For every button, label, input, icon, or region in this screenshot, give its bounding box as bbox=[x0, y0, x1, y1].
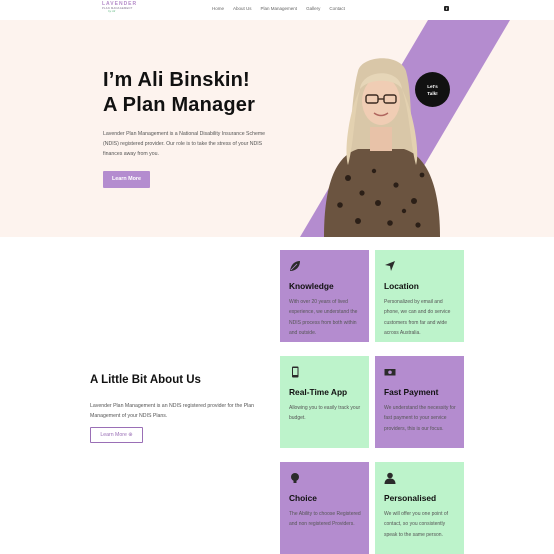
feature-card-knowledge: Knowledge With over 20 years of lived ex… bbox=[280, 250, 369, 342]
card-title: Personalised bbox=[384, 493, 437, 503]
facebook-icon[interactable]: f bbox=[444, 6, 449, 11]
card-description: Personalized by email and phone, we can … bbox=[384, 299, 451, 336]
nav-gallery[interactable]: Gallery bbox=[306, 6, 320, 12]
about-description: Lavender Plan Management is an NDIS regi… bbox=[90, 403, 255, 419]
card-description: We understand the necessity for fast pay… bbox=[384, 405, 456, 432]
card-title: Knowledge bbox=[289, 281, 334, 291]
logo-line-3: by Ali bbox=[108, 9, 116, 13]
hero-description: Lavender Plan Management is a National D… bbox=[103, 131, 266, 157]
card-description: With over 20 years of lived experience, … bbox=[289, 299, 358, 336]
card-title: Real-Time App bbox=[289, 387, 348, 397]
hero-title-line-1: I’m Ali Binskin! bbox=[103, 69, 250, 91]
nav-about-us[interactable]: About Us bbox=[233, 6, 252, 12]
leaf-icon bbox=[290, 261, 300, 271]
feature-card-fast-payment: Fast Payment We understand the necessity… bbox=[375, 356, 464, 448]
card-description: Allowing you to easily track your budget… bbox=[289, 405, 361, 422]
hero-section: I’m Ali Binskin! A Plan Manager Lavender… bbox=[0, 20, 554, 237]
mobile-phone-icon bbox=[292, 366, 299, 378]
nav-plan-management[interactable]: Plan Management bbox=[261, 6, 298, 12]
money-bill-icon bbox=[384, 369, 396, 376]
hero-title-line-2: A Plan Manager bbox=[103, 94, 256, 116]
nav-home[interactable]: Home bbox=[212, 6, 224, 12]
card-description: The Ability to choose Registered and non… bbox=[289, 511, 361, 528]
nav-contact[interactable]: Contact bbox=[329, 6, 345, 12]
lightbulb-icon bbox=[291, 473, 299, 483]
about-learn-more-button[interactable]: Learn More ⊕ bbox=[90, 427, 143, 443]
card-title: Location bbox=[384, 281, 419, 291]
site-header: LAVENDER PLAN MANAGEMENT by Ali Home Abo… bbox=[0, 0, 554, 20]
hero-learn-more-button[interactable]: Learn More bbox=[103, 171, 150, 188]
hero-title: I’m Ali Binskin! A Plan Manager bbox=[103, 68, 255, 118]
main-nav: Home About Us Plan Management Gallery Co… bbox=[212, 6, 345, 12]
feature-card-personalised: Personalised We will offer you one point… bbox=[375, 462, 464, 554]
hero-diagonal-stripe bbox=[300, 20, 510, 237]
site-logo[interactable]: LAVENDER PLAN MANAGEMENT by Ali bbox=[102, 2, 138, 16]
feature-card-real-time-app: Real-Time App Allowing you to easily tra… bbox=[280, 356, 369, 448]
card-title: Choice bbox=[289, 493, 317, 503]
user-icon bbox=[384, 472, 396, 484]
feature-card-choice: Choice The Ability to choose Registered … bbox=[280, 462, 369, 554]
navigation-arrow-icon bbox=[385, 261, 395, 271]
lets-talk-line-2: Talk! bbox=[427, 90, 438, 96]
feature-card-location: Location Personalized by email and phone… bbox=[375, 250, 464, 342]
lets-talk-button[interactable]: Let’s Talk! bbox=[415, 72, 450, 107]
card-description: We will offer you one point of contact, … bbox=[384, 511, 449, 538]
about-title: A Little Bit About Us bbox=[90, 374, 201, 386]
lets-talk-line-1: Let’s bbox=[427, 83, 438, 89]
card-title: Fast Payment bbox=[384, 387, 439, 397]
